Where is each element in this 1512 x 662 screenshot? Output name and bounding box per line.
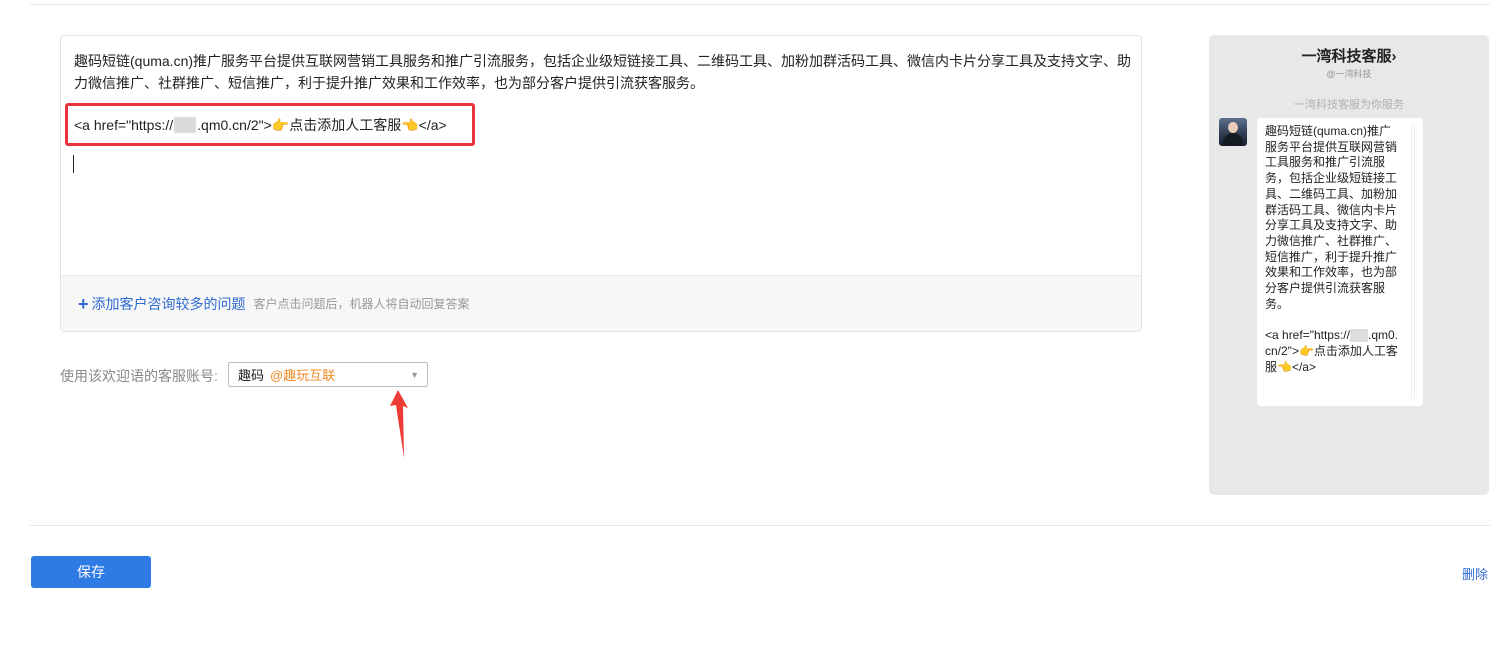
preview-service-note: 一湾科技客服为你服务 bbox=[1294, 99, 1404, 111]
bottom-divider bbox=[30, 525, 1490, 526]
account-select[interactable]: 趣码 @趣玩互联 ▼ bbox=[228, 362, 428, 387]
account-name: 趣码 bbox=[238, 368, 265, 383]
welcome-text[interactable]: 趣码短链(quma.cn)推广服务平台提供互联网营销工具服务和推广引流服务，包括… bbox=[74, 50, 1134, 94]
red-arrow-icon bbox=[390, 390, 408, 458]
preview-title-text: 一湾科技客服 bbox=[1301, 48, 1392, 65]
preview-subtitle: @一湾科技 bbox=[1326, 69, 1372, 79]
top-divider bbox=[30, 4, 1490, 5]
editor-footer: + 添加客户咨询较多的问题 客户点击问题后，机器人将自动回复答案 bbox=[61, 275, 1141, 331]
link-code-highlight[interactable]: <a href="https:// .qm0.cn/2">👉点击添加人工客服👈</… bbox=[65, 103, 475, 146]
delete-link[interactable]: 删除 bbox=[1462, 564, 1488, 583]
plus-icon[interactable]: + bbox=[78, 295, 89, 313]
add-question-hint: 客户点击问题后，机器人将自动回复答案 bbox=[253, 297, 470, 311]
code-prefix: <a href="https:// bbox=[74, 116, 174, 133]
preview-code: <a href="https://.qm0.cn/2">👉点击添加人工客服👈</… bbox=[1265, 328, 1403, 375]
text-cursor bbox=[73, 155, 74, 173]
save-button[interactable]: 保存 bbox=[31, 556, 151, 588]
chevron-right-icon: › bbox=[1391, 48, 1397, 65]
code-suffix: .qm0.cn/2">👉点击添加人工客服👈</a> bbox=[197, 116, 447, 133]
account-label: 使用该欢迎语的客服账号: bbox=[60, 368, 218, 384]
blurred-domain bbox=[174, 116, 197, 133]
bubble-scrollbar[interactable] bbox=[1411, 124, 1415, 399]
add-question-link[interactable]: 添加客户咨询较多的问题 bbox=[92, 294, 246, 314]
caret-down-icon[interactable]: ▼ bbox=[410, 370, 419, 380]
preview-message-bubble: 趣码短链(quma.cn)推广服务平台提供互联网营销工具服务和推广引流服务，包括… bbox=[1257, 118, 1423, 406]
avatar bbox=[1219, 118, 1247, 146]
welcome-message-editor[interactable]: 趣码短链(quma.cn)推广服务平台提供互联网营销工具服务和推广引流服务，包括… bbox=[60, 35, 1142, 332]
preview-title: 一湾科技客服› bbox=[1209, 45, 1489, 66]
phone-preview: 一湾科技客服› @一湾科技 一湾科技客服为你服务 趣码短链(quma.cn)推广… bbox=[1209, 35, 1489, 495]
account-org: @趣玩互联 bbox=[270, 368, 336, 383]
preview-blurred-domain bbox=[1349, 329, 1368, 343]
preview-message: 趣码短链(quma.cn)推广服务平台提供互联网营销工具服务和推广引流服务，包括… bbox=[1265, 124, 1398, 311]
preview-code-prefix: <a href="https:// bbox=[1265, 328, 1350, 343]
